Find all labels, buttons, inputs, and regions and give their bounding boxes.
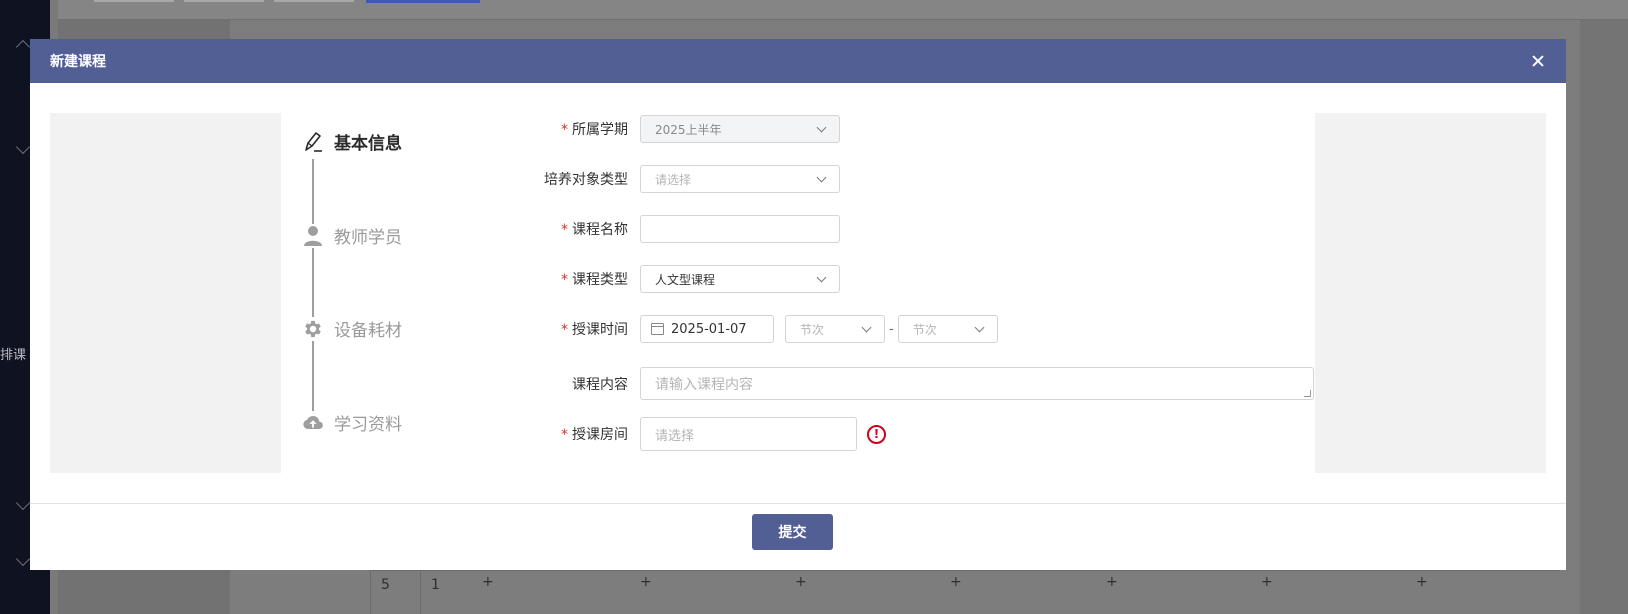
course-name-label: * 课程名称 xyxy=(561,222,628,238)
steps-connector xyxy=(312,159,314,432)
background-topbar xyxy=(58,0,1628,20)
gear-icon xyxy=(302,316,324,341)
user-icon xyxy=(302,223,324,248)
chevron-down-icon xyxy=(816,272,827,283)
required-mark: * xyxy=(561,427,568,443)
form-row-semester: * 所属学期 2025上半年 xyxy=(500,115,840,143)
form-row-room: * 授课房间 请选择 ! xyxy=(500,417,886,451)
sidebar-item-label: 排课 xyxy=(0,348,27,363)
form-row-course-name: * 课程名称 xyxy=(500,215,840,243)
chevron-up-icon xyxy=(15,39,31,55)
form-row-course-type: * 课程类型 人文型课程 xyxy=(500,265,840,293)
required-mark: * xyxy=(561,222,568,238)
modal-header: 新建课程 xyxy=(30,39,1566,83)
course-type-select[interactable]: 人文型课程 xyxy=(640,265,840,293)
background-top-button xyxy=(184,0,264,2)
modal-title: 新建课程 xyxy=(50,54,106,70)
period-end-select[interactable]: 节次 xyxy=(897,315,998,343)
background-grid-cell: 5 xyxy=(370,571,420,614)
calendar-icon xyxy=(651,323,664,335)
period-separator: - xyxy=(889,321,894,337)
left-gray-panel xyxy=(50,113,281,473)
pencil-icon xyxy=(302,129,324,154)
form-row-teach-time: * 授课时间 2025-01-07 节次 - 节次 xyxy=(500,315,998,343)
chevron-down-icon xyxy=(816,122,827,133)
target-type-label: 培养对象类型 xyxy=(544,172,628,188)
step-learning-materials[interactable]: 学习资料 xyxy=(302,410,402,435)
background-schedule-grid: 5 1 xyxy=(370,570,1560,614)
background-scroll-area xyxy=(1580,20,1628,614)
chevron-down-icon xyxy=(974,322,985,333)
semester-label: * 所属学期 xyxy=(561,122,628,138)
chevron-down-icon xyxy=(15,551,31,567)
semester-select[interactable]: 2025上半年 xyxy=(640,115,840,143)
target-type-select[interactable]: 请选择 xyxy=(640,165,840,193)
right-gray-panel xyxy=(1315,113,1546,473)
step-label: 基本信息 xyxy=(334,134,402,154)
course-content-label: 课程内容 xyxy=(572,376,628,393)
grid-add-icon: + xyxy=(1106,574,1118,590)
grid-add-icon: + xyxy=(1261,574,1273,590)
chevron-down-icon xyxy=(861,322,872,333)
submit-button[interactable]: 提交 xyxy=(752,514,833,550)
background-grid-cell: 1 xyxy=(420,571,470,614)
footer-divider xyxy=(30,503,1566,504)
form-row-target-type: 培养对象类型 请选择 xyxy=(500,165,840,193)
grid-add-icon: + xyxy=(640,574,652,590)
course-type-label: * 课程类型 xyxy=(561,272,628,288)
room-label: * 授课房间 xyxy=(561,427,628,443)
step-teacher-students[interactable]: 教师学员 xyxy=(302,223,402,248)
chevron-down-icon xyxy=(15,495,31,511)
room-input[interactable]: 请选择 xyxy=(640,417,857,451)
step-label: 教师学员 xyxy=(334,228,402,248)
grid-add-icon: + xyxy=(482,574,494,590)
step-label: 设备耗材 xyxy=(334,321,402,341)
step-label: 学习资料 xyxy=(334,415,402,435)
error-icon: ! xyxy=(867,424,886,444)
required-mark: * xyxy=(561,322,568,338)
chevron-down-icon xyxy=(15,139,31,155)
course-content-textarea[interactable]: 请输入课程内容 xyxy=(640,367,1314,400)
required-mark: * xyxy=(561,122,568,138)
resize-handle[interactable] xyxy=(1304,390,1311,397)
course-name-input[interactable] xyxy=(640,215,840,243)
grid-add-icon: + xyxy=(795,574,807,590)
cloud-upload-icon xyxy=(302,410,324,435)
close-icon[interactable] xyxy=(1530,53,1546,69)
background-top-button xyxy=(274,0,354,2)
date-picker-input[interactable]: 2025-01-07 xyxy=(640,315,774,343)
grid-add-icon: + xyxy=(1416,574,1428,590)
new-course-modal: 新建课程 基本信息 教师学员 设备耗材 学习资料 * 所属学期 2025上半年 … xyxy=(30,39,1566,570)
form-row-course-content: 课程内容 请输入课程内容 xyxy=(500,367,1314,400)
chevron-down-icon xyxy=(816,172,827,183)
period-start-select[interactable]: 节次 xyxy=(785,315,885,343)
grid-add-icon: + xyxy=(950,574,962,590)
background-top-button-primary xyxy=(366,0,480,3)
required-mark: * xyxy=(561,272,568,288)
background-top-button xyxy=(94,0,174,2)
step-equipment[interactable]: 设备耗材 xyxy=(302,316,402,341)
teach-time-label: * 授课时间 xyxy=(561,322,628,338)
step-basic-info[interactable]: 基本信息 xyxy=(302,129,402,154)
